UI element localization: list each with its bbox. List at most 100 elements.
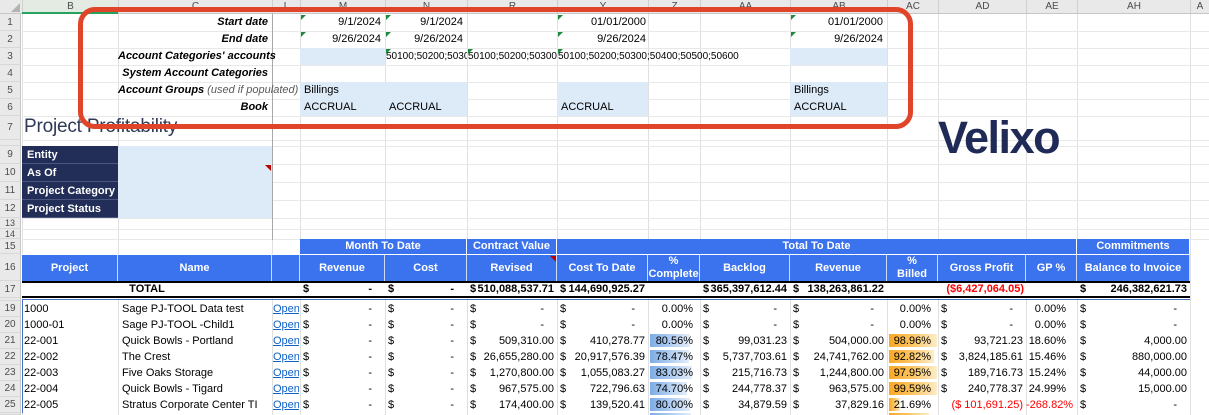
column-header-AA[interactable]: AA — [700, 0, 790, 13]
revenue-mtd-cell[interactable]: $ - — [300, 381, 385, 397]
gp-pct-cell[interactable]: 15.46% — [1026, 349, 1077, 365]
row-header-5[interactable]: 5 — [0, 82, 21, 99]
project-id-cell[interactable]: 22-001 — [24, 333, 116, 349]
project-name-cell[interactable]: Quick Bowls - Portland — [122, 333, 270, 349]
balance-to-invoice-cell[interactable]: $ - — [1077, 397, 1190, 413]
cost-to-date-cell[interactable]: $722,796.63 — [557, 381, 648, 397]
gross-profit-cell[interactable]: $ - — [938, 301, 1026, 317]
group-header-contract-value[interactable]: Contract Value — [467, 239, 557, 254]
filter-entity-label[interactable]: Entity — [22, 146, 118, 164]
col-header-open[interactable] — [272, 254, 300, 281]
end-date-label[interactable]: End date — [118, 31, 268, 48]
open-link[interactable]: Open — [273, 319, 299, 331]
column-header-R[interactable]: R — [467, 0, 557, 13]
book-ab-cell[interactable]: ACCRUAL — [790, 99, 887, 116]
row-header-7[interactable]: 7 — [0, 116, 21, 140]
pct-billed-cell[interactable]: 0.00% — [888, 317, 937, 333]
col-header-pct-complete[interactable]: % Complete — [648, 254, 700, 281]
system-account-categories-label[interactable]: System Account Categories — [118, 65, 268, 82]
end-date-ab-cell[interactable]: 9/26/2024 — [790, 31, 887, 48]
total-balance-to-invoice[interactable]: $246,382,621.73 — [1077, 282, 1190, 298]
project-name-cell[interactable]: The Crest — [122, 349, 270, 365]
revenue-ttd-cell[interactable]: $963,575.00 — [790, 381, 887, 397]
project-id-cell[interactable]: 22-002 — [24, 349, 116, 365]
filter-project-category-input[interactable] — [118, 182, 272, 200]
cost-mtd-cell[interactable]: $ - — [385, 365, 467, 381]
pct-billed-cell[interactable]: 98.96% — [888, 333, 937, 349]
balance-to-invoice-cell[interactable]: $ - — [1077, 317, 1190, 333]
gp-pct-cell[interactable]: 18.60% — [1026, 333, 1077, 349]
column-header-M[interactable]: M — [300, 0, 385, 13]
pct-complete-cell[interactable]: 0.00% — [649, 301, 699, 317]
col-header-revenue-mtd[interactable]: Revenue — [300, 254, 385, 281]
col-header-gp-pct[interactable]: GP % — [1026, 254, 1077, 281]
group-header-commitments[interactable]: Commitments — [1077, 239, 1190, 254]
total-cost-to-date[interactable]: $144,690,925.27 — [557, 282, 648, 298]
start-date-y-cell[interactable]: 01/01/2000 — [557, 14, 650, 31]
project-name-cell[interactable]: Five Oaks Storage — [122, 365, 270, 381]
col-header-pct-billed[interactable]: % Billed — [887, 254, 938, 281]
col-header-revised[interactable]: Revised — [467, 254, 557, 281]
cost-mtd-cell[interactable]: $ - — [385, 381, 467, 397]
gross-profit-cell[interactable]: $93,721.23 — [938, 333, 1026, 349]
revised-cell[interactable]: $26,655,280.00 — [467, 349, 557, 365]
row-header-13[interactable]: 13 — [0, 218, 21, 229]
gross-profit-cell[interactable]: ($ 101,691.25) — [938, 397, 1026, 413]
row-header-1[interactable]: 1 — [0, 14, 21, 31]
project-id-cell[interactable]: 22-004 — [24, 381, 116, 397]
project-id-cell[interactable]: 1000-01 — [24, 317, 116, 333]
cost-to-date-cell[interactable]: $1,055,083.27 — [557, 365, 648, 381]
project-name-cell[interactable]: Quick Bowls - Tigard — [122, 381, 270, 397]
revenue-mtd-cell[interactable]: $ - — [300, 349, 385, 365]
revenue-ttd-cell[interactable]: $504,000.00 — [790, 333, 887, 349]
open-link[interactable]: Open — [273, 351, 299, 363]
backlog-cell[interactable]: $ - — [700, 301, 790, 317]
total-revised[interactable]: $510,088,537.71 — [467, 282, 557, 298]
balance-to-invoice-cell[interactable]: $44,000.00 — [1077, 365, 1190, 381]
gross-profit-cell[interactable]: $ - — [938, 317, 1026, 333]
balance-to-invoice-cell[interactable]: $4,000.00 — [1077, 333, 1190, 349]
cost-mtd-cell[interactable]: $ - — [385, 317, 467, 333]
gross-profit-cell[interactable]: $240,778.37 — [938, 381, 1026, 397]
group-header-month-to-date[interactable]: Month To Date — [300, 239, 467, 254]
project-id-cell[interactable]: 1000 — [24, 301, 116, 317]
total-label[interactable]: TOTAL — [22, 282, 272, 298]
column-header-AC[interactable]: AC — [887, 0, 938, 13]
book-y-cell[interactable]: ACCRUAL — [557, 99, 648, 116]
revenue-mtd-cell[interactable]: $ - — [300, 317, 385, 333]
page-title[interactable]: Project Profitability — [24, 115, 177, 139]
backlog-cell[interactable]: $244,778.37 — [700, 381, 790, 397]
filter-project-category-label[interactable]: Project Category — [22, 182, 118, 200]
account-categories-n-cell[interactable]: 50100;50200;50300 — [386, 48, 467, 65]
revised-cell[interactable]: $967,575.00 — [467, 381, 557, 397]
col-header-cost-mtd[interactable]: Cost — [385, 254, 467, 281]
row-header-11[interactable]: 11 — [0, 182, 21, 200]
column-header-Z[interactable]: Z — [648, 0, 700, 13]
col-header-backlog[interactable]: Backlog — [700, 254, 790, 281]
start-date-label[interactable]: Start date — [118, 14, 268, 31]
end-date-y-cell[interactable]: 9/26/2024 — [557, 31, 650, 48]
column-header-C[interactable]: C — [118, 0, 272, 13]
open-link[interactable]: Open — [273, 367, 299, 379]
start-date-m-cell[interactable]: 9/1/2024 — [300, 14, 385, 31]
column-header-Y[interactable]: Y — [557, 0, 648, 13]
book-label[interactable]: Book — [118, 99, 269, 116]
revised-cell[interactable]: $174,400.00 — [467, 397, 557, 413]
column-header-AH[interactable]: AH — [1077, 0, 1190, 13]
filter-entity-input[interactable] — [118, 146, 272, 164]
project-id-cell[interactable]: 22-003 — [24, 365, 116, 381]
col-header-revenue-ttd[interactable]: Revenue — [790, 254, 887, 281]
row-header-14[interactable]: 14 — [0, 229, 21, 239]
col-header-gross-profit[interactable]: Gross Profit — [938, 254, 1026, 281]
revenue-mtd-cell[interactable]: $ - — [300, 365, 385, 381]
cost-to-date-cell[interactable]: $410,278.77 — [557, 333, 648, 349]
cost-to-date-cell[interactable]: $139,520.41 — [557, 397, 648, 413]
backlog-cell[interactable]: $5,737,703.61 — [700, 349, 790, 365]
backlog-cell[interactable]: $ - — [700, 317, 790, 333]
balance-to-invoice-cell[interactable]: $15,000.00 — [1077, 381, 1190, 397]
account-categories-y-cell[interactable]: 50100;50200;50300;50400;50500;50600 — [558, 48, 768, 65]
account-categories-m-cell[interactable] — [300, 48, 385, 65]
filter-project-status-input[interactable] — [118, 200, 272, 218]
balance-to-invoice-cell[interactable]: $ - — [1077, 301, 1190, 317]
col-header-cost-to-date[interactable]: Cost To Date — [557, 254, 648, 281]
